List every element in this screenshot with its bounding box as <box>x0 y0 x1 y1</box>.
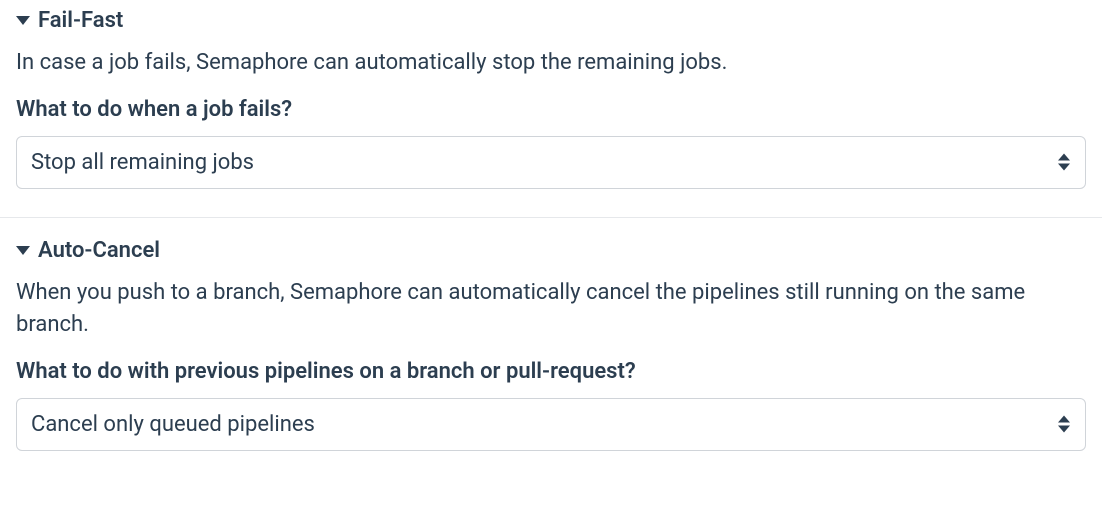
fail-fast-select-wrapper: Stop all remaining jobs <box>16 136 1086 189</box>
fail-fast-field-label: What to do when a job fails? <box>16 97 1086 122</box>
auto-cancel-select[interactable]: Cancel only queued pipelines <box>16 398 1086 451</box>
caret-down-icon <box>16 246 30 255</box>
fail-fast-title: Fail-Fast <box>38 8 123 33</box>
auto-cancel-title: Auto-Cancel <box>38 238 160 263</box>
caret-down-icon <box>16 16 30 25</box>
fail-fast-section: Fail-Fast In case a job fails, Semaphore… <box>16 8 1086 217</box>
auto-cancel-field-label: What to do with previous pipelines on a … <box>16 359 1086 384</box>
fail-fast-select[interactable]: Stop all remaining jobs <box>16 136 1086 189</box>
auto-cancel-description: When you push to a branch, Semaphore can… <box>16 277 1086 341</box>
auto-cancel-select-wrapper: Cancel only queued pipelines <box>16 398 1086 451</box>
auto-cancel-header[interactable]: Auto-Cancel <box>16 238 1086 263</box>
auto-cancel-section: Auto-Cancel When you push to a branch, S… <box>16 238 1086 479</box>
fail-fast-description: In case a job fails, Semaphore can autom… <box>16 47 1086 79</box>
divider <box>0 217 1102 218</box>
fail-fast-header[interactable]: Fail-Fast <box>16 8 1086 33</box>
